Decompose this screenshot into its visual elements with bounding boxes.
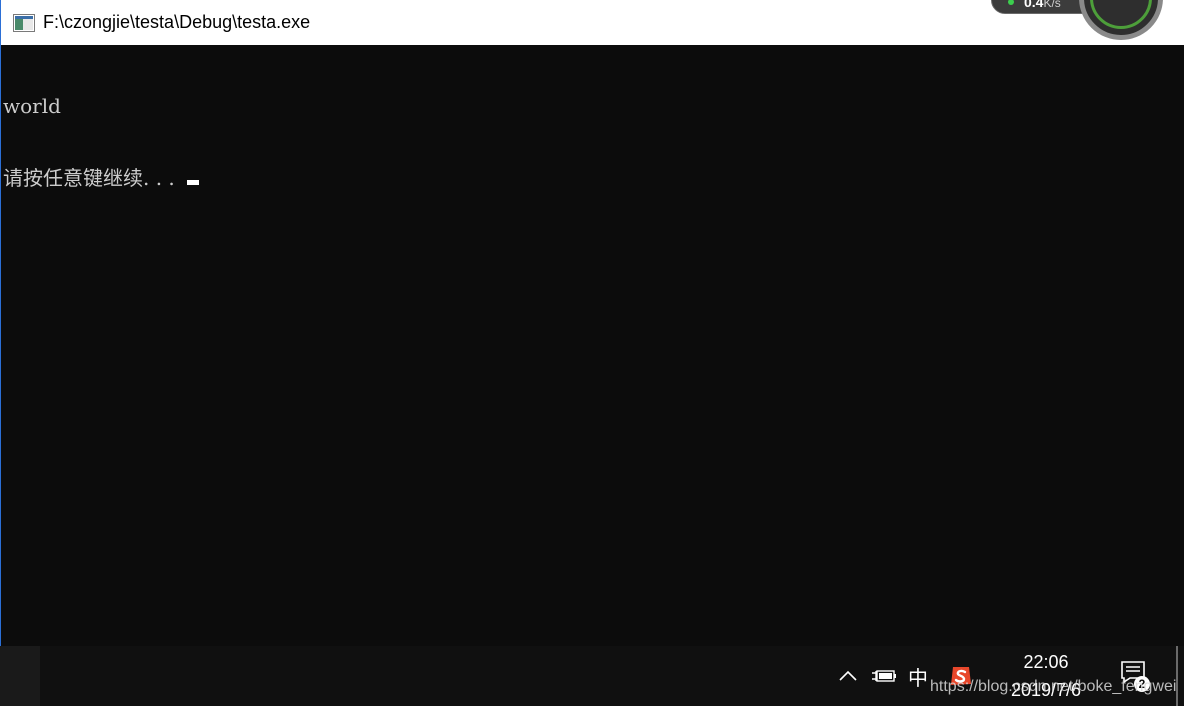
text-cursor	[187, 180, 200, 185]
window-title: F:\czongjie\testa\Debug\testa.exe	[43, 12, 311, 32]
network-speed-unit: K/s	[1043, 0, 1061, 10]
show-desktop-button[interactable]	[1176, 646, 1178, 706]
taskbar: 中 22:06 2019/7/6 2	[0, 646, 1184, 706]
network-speed-widget[interactable]: 0.4K/s	[991, 0, 1171, 40]
ime-indicator[interactable]: 中	[904, 646, 932, 706]
sogou-s-icon[interactable]	[946, 646, 976, 706]
watermark-text: https://blog.csdn.net/boke_fengwei	[930, 678, 1177, 695]
network-gauge-ring	[1090, 0, 1152, 29]
network-speed-readout: 0.4K/s	[1024, 0, 1061, 10]
upload-indicator-icon	[1008, 0, 1014, 5]
console-window-icon	[13, 13, 35, 32]
desktop-screen: F:\czongjie\testa\Debug\testa.exe 0.4K/s…	[0, 0, 1184, 706]
clock-time: 22:06	[1023, 652, 1069, 672]
network-speed-value: 0.4	[1024, 0, 1044, 10]
console-prompt-text: 请按任意键继续. . .	[3, 166, 182, 190]
console-line-1: world	[3, 94, 61, 118]
console-line-2: 请按任意键继续. . .	[3, 166, 1173, 190]
console-output[interactable]: world 请按任意键继续. . .	[3, 46, 1173, 644]
console-window[interactable]: F:\czongjie\testa\Debug\testa.exe 0.4K/s…	[0, 0, 1184, 646]
taskbar-clock[interactable]: 22:06 2019/7/6	[992, 646, 1100, 706]
chevron-up-icon[interactable]	[836, 646, 860, 706]
battery-plug-icon[interactable]	[868, 646, 900, 706]
taskbar-start-area[interactable]	[0, 646, 40, 706]
